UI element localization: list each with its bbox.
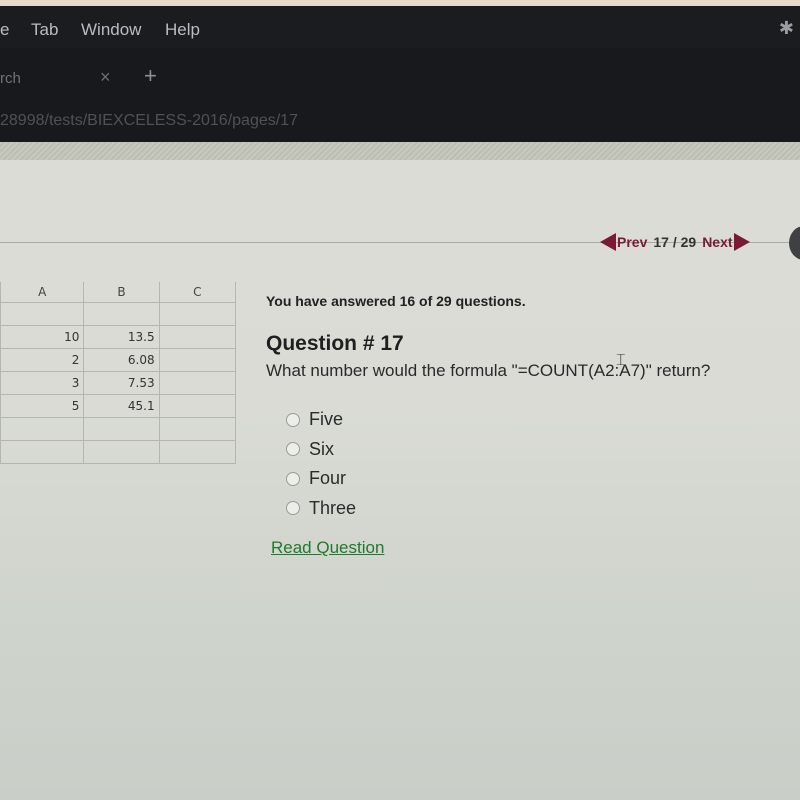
spreadsheet-excerpt: A B C 10 13.5 2 6.08 3 7.53 5 45.1: [0, 282, 237, 464]
question-text: What number would the formula "=COUNT(A2…: [266, 361, 711, 380]
sheet-row: [0, 417, 237, 441]
column-header-b: B: [83, 282, 160, 303]
page-count: 17 / 29: [653, 234, 697, 250]
cell: 45.1: [83, 394, 160, 418]
cell: [83, 302, 160, 326]
prev-button[interactable]: Prev: [617, 234, 647, 250]
sheet-row: [0, 302, 237, 326]
prev-arrow-icon[interactable]: [600, 233, 616, 251]
side-panel-toggle[interactable]: [789, 226, 800, 260]
cell: [158, 371, 237, 395]
radio-button[interactable]: [286, 412, 300, 427]
menu-bar: e Tab Window Help ✱: [0, 6, 800, 48]
column-header-row: A B C: [0, 282, 237, 303]
new-tab-button[interactable]: +: [144, 63, 157, 89]
menu-item-help[interactable]: Help: [165, 20, 200, 40]
sheet-row: 3 7.53: [0, 371, 237, 395]
cell: 2: [0, 348, 85, 372]
sheet-row: 2 6.08: [0, 348, 237, 372]
address-bar[interactable]: 28998/tests/BIEXCELESS-2016/pages/17: [0, 100, 800, 142]
menu-item-window[interactable]: Window: [81, 20, 141, 40]
url-text[interactable]: 28998/tests/BIEXCELESS-2016/pages/17: [0, 112, 298, 130]
sheet-row: 10 13.5: [0, 325, 237, 349]
cell: 3: [0, 371, 85, 395]
menu-item-tab[interactable]: Tab: [31, 20, 58, 40]
cell: [83, 440, 160, 464]
cell: 13.5: [83, 325, 160, 349]
option-five[interactable]: Five: [286, 405, 356, 435]
browser-tab[interactable]: rch: [0, 70, 21, 87]
radio-button[interactable]: [286, 471, 300, 486]
option-three[interactable]: Three: [286, 494, 356, 524]
quiz-page: Prev 17 / 29 Next A B C 10 13.5 2 6.08 3…: [0, 160, 800, 800]
menu-item-file[interactable]: e: [0, 20, 9, 40]
answer-options: Five Six Four Three: [286, 405, 356, 523]
column-header-a: A: [0, 282, 85, 303]
option-label[interactable]: Five: [309, 409, 343, 430]
cell: [158, 348, 237, 372]
cell: [158, 440, 237, 464]
sheet-row: 5 45.1: [0, 394, 237, 418]
column-header-c: C: [158, 282, 237, 303]
cell: [158, 302, 237, 326]
cell: [0, 440, 85, 464]
cell: [0, 417, 85, 441]
option-six[interactable]: Six: [286, 435, 356, 465]
cell: 10: [0, 325, 85, 349]
next-arrow-icon[interactable]: [733, 233, 750, 251]
cell: [158, 394, 237, 418]
option-four[interactable]: Four: [286, 464, 356, 494]
read-question-link[interactable]: Read Question: [271, 538, 384, 558]
cell: 6.08: [83, 348, 160, 372]
cell: [0, 302, 85, 326]
text-cursor-icon: ⌶: [616, 352, 626, 369]
radio-button[interactable]: [286, 501, 300, 516]
progress-text: You have answered 16 of 29 questions.: [266, 293, 526, 309]
cell: [83, 417, 160, 441]
bookmarks-bar: [0, 142, 800, 160]
option-label[interactable]: Four: [309, 468, 346, 489]
sheet-row: [0, 440, 237, 464]
cell: 7.53: [83, 371, 160, 395]
question-pager: Prev 17 / 29 Next: [600, 232, 750, 252]
radio-button[interactable]: [286, 442, 300, 457]
close-tab-icon[interactable]: ×: [100, 67, 111, 88]
browser-tab-bar: rch × +: [0, 48, 800, 100]
cell: [158, 325, 237, 349]
option-label[interactable]: Three: [309, 498, 356, 519]
cell: 5: [0, 394, 85, 418]
option-label[interactable]: Six: [309, 439, 334, 460]
cell: [158, 417, 237, 441]
next-button[interactable]: Next: [702, 234, 732, 250]
question-title: Question # 17: [266, 332, 404, 355]
bluetooth-icon[interactable]: ✱: [779, 18, 794, 39]
